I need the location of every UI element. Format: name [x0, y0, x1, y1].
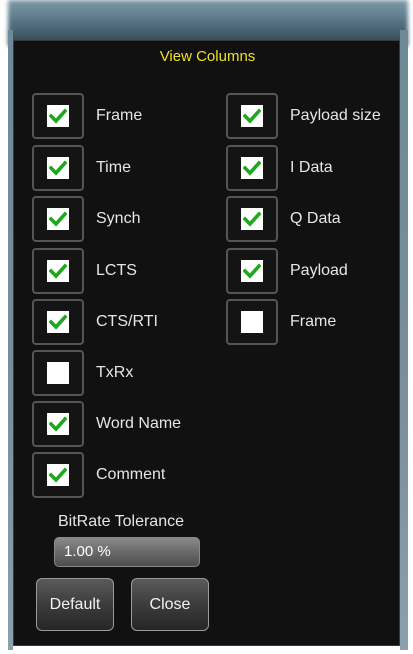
checkbox-row-frame[interactable]: Frame: [32, 93, 142, 139]
dialog-title: View Columns: [159, 48, 256, 65]
checkbox-row-word-name[interactable]: Word Name: [32, 401, 181, 447]
checkbox-row-q-data[interactable]: Q Data: [226, 196, 341, 242]
checkmark-icon: [47, 413, 69, 435]
checkbox-label-time: Time: [96, 159, 131, 176]
checkbox-label-q-data: Q Data: [290, 210, 341, 227]
checkbox-payload-size[interactable]: [226, 93, 278, 139]
checkmark-icon: [47, 157, 69, 179]
checkbox-row-txrx[interactable]: TxRx: [32, 350, 133, 396]
window: View Columns Frame Time Synch LCTS CTS/R…: [0, 0, 413, 654]
checkbox-label-txrx: TxRx: [96, 364, 134, 381]
checkmark-icon: [241, 260, 263, 282]
checkbox-label-lcts: LCTS: [96, 262, 137, 279]
checkbox-label-comment: Comment: [96, 466, 166, 483]
checkmark-icon: [241, 157, 263, 179]
checkbox-time[interactable]: [32, 145, 84, 191]
checkmark-icon: [47, 260, 69, 282]
checkbox-row-cts-rti[interactable]: CTS/RTI: [32, 299, 158, 345]
checkbox-label-payload-size: Payload size: [290, 107, 381, 124]
default-button[interactable]: Default: [36, 578, 114, 631]
close-button[interactable]: Close: [131, 578, 209, 631]
checkbox-word-name[interactable]: [32, 401, 84, 447]
checkbox-q-data[interactable]: [226, 196, 278, 242]
checkbox-label-i-data: I Data: [290, 159, 333, 176]
checkbox-row-payload[interactable]: Payload: [226, 248, 348, 294]
bitrate-tolerance-label: BitRate Tolerance: [58, 513, 184, 530]
checkmark-icon: [47, 208, 69, 230]
checkbox-label-frame: Frame: [96, 107, 143, 124]
checkbox-comment[interactable]: [32, 452, 84, 498]
checkbox-row-synch[interactable]: Synch: [32, 196, 140, 242]
checkbox-row-frame-2[interactable]: Frame: [226, 299, 336, 345]
checkbox-empty: [47, 362, 69, 384]
checkbox-frame-2[interactable]: [226, 299, 278, 345]
checkmark-icon: [241, 208, 263, 230]
checkmark-icon: [47, 464, 69, 486]
checkbox-label-synch: Synch: [96, 210, 141, 227]
checkbox-synch[interactable]: [32, 196, 84, 242]
bitrate-tolerance-input[interactable]: 1.00 %: [54, 537, 200, 567]
checkbox-cts-rti[interactable]: [32, 299, 84, 345]
checkbox-lcts[interactable]: [32, 248, 84, 294]
checkbox-row-time[interactable]: Time: [32, 145, 131, 191]
window-right-border: [400, 30, 408, 650]
checkbox-row-comment[interactable]: Comment: [32, 452, 165, 498]
checkbox-payload[interactable]: [226, 248, 278, 294]
checkmark-icon: [47, 311, 69, 333]
checkbox-label-frame-2: Frame: [290, 313, 337, 330]
checkmark-icon: [241, 105, 263, 127]
checkbox-row-lcts[interactable]: LCTS: [32, 248, 137, 294]
checkbox-label-cts-rti: CTS/RTI: [96, 313, 158, 330]
checkbox-empty: [241, 311, 263, 333]
checkmark-icon: [47, 105, 69, 127]
checkbox-i-data[interactable]: [226, 145, 278, 191]
checkbox-row-i-data[interactable]: I Data: [226, 145, 333, 191]
checkbox-row-payload-size[interactable]: Payload size: [226, 93, 381, 139]
checkbox-txrx[interactable]: [32, 350, 84, 396]
checkbox-label-word-name: Word Name: [96, 415, 182, 432]
checkbox-frame[interactable]: [32, 93, 84, 139]
checkbox-label-payload: Payload: [290, 262, 348, 279]
view-columns-dialog: View Columns Frame Time Synch LCTS CTS/R…: [13, 40, 400, 646]
